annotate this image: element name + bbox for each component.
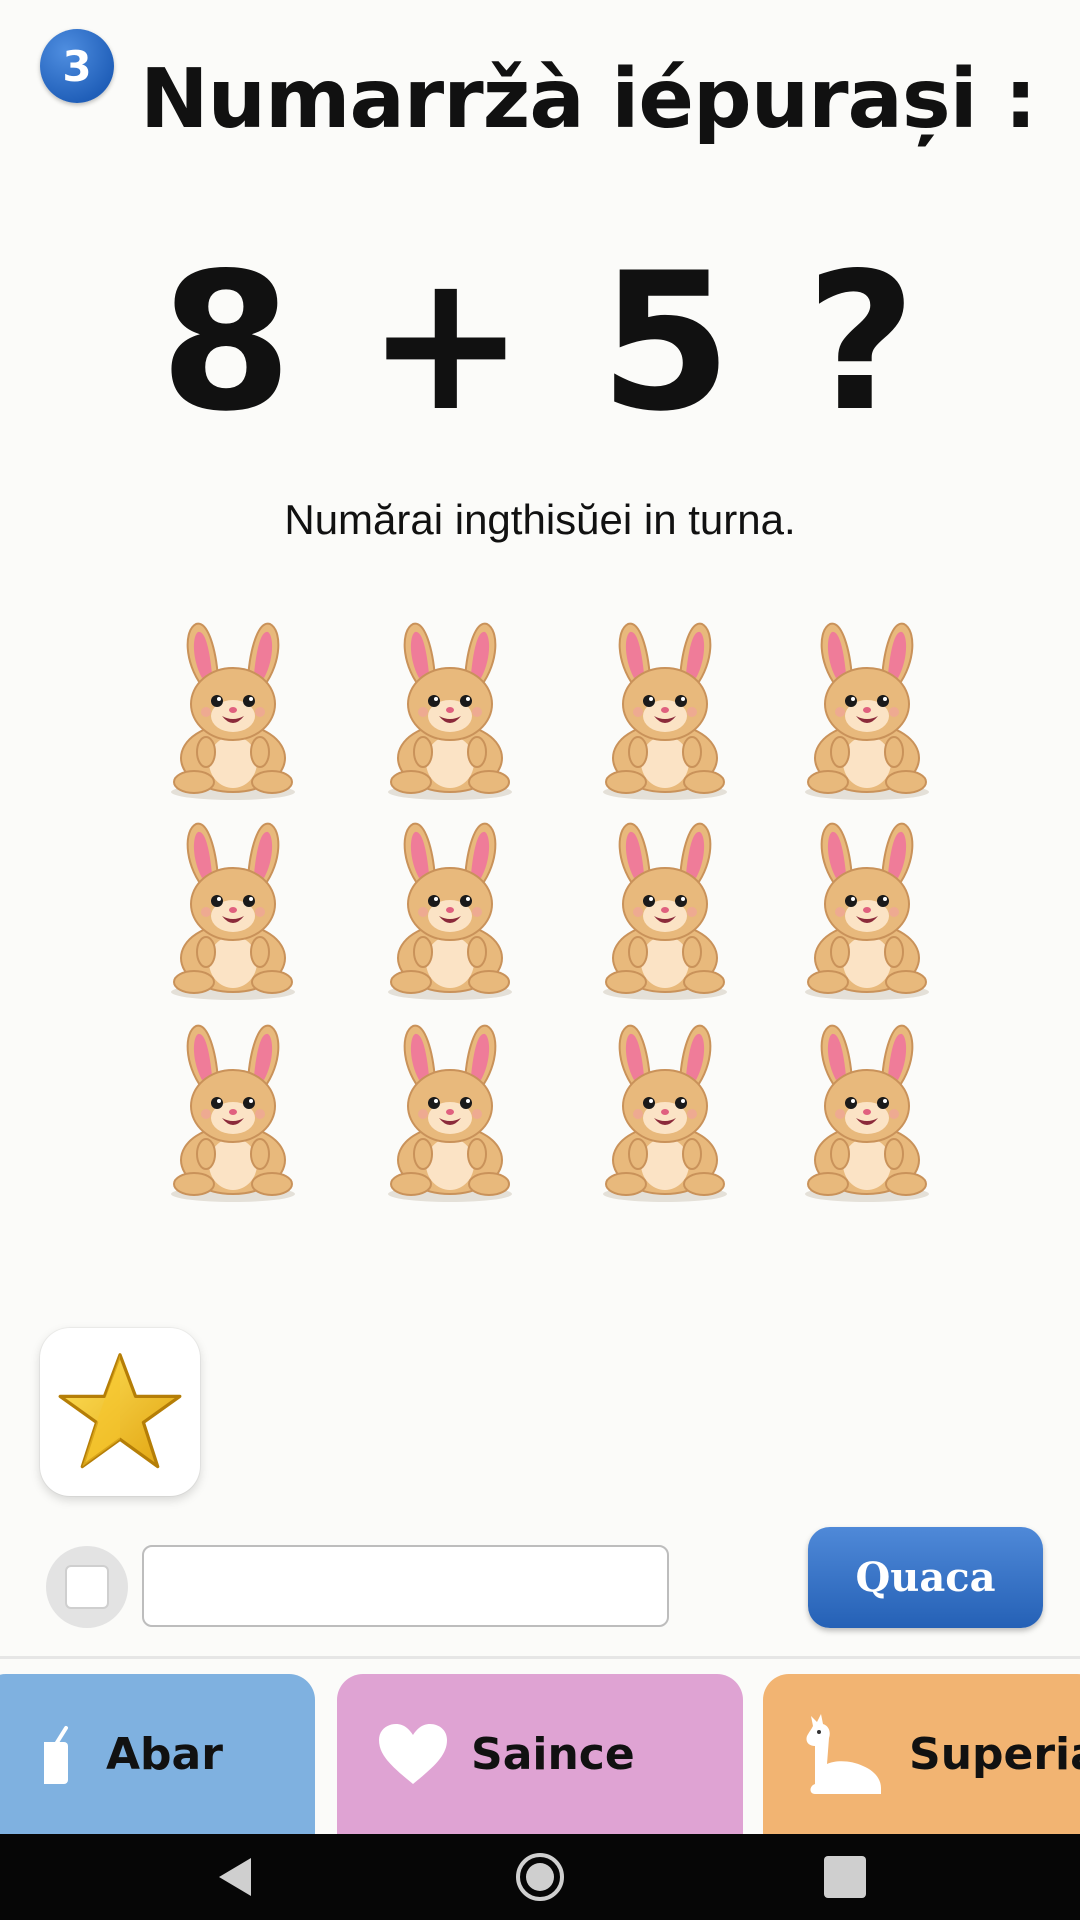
bunny-icon (158, 612, 308, 802)
bunny-icon (792, 812, 942, 1002)
toy-icon (44, 1724, 84, 1784)
recents-icon[interactable] (822, 1854, 868, 1900)
bunny-icon (375, 612, 525, 802)
checkbox-box[interactable] (65, 1565, 109, 1609)
instruction-text: Numărai ingthisŭei in turna. (284, 496, 796, 543)
bunny-icon (590, 612, 740, 802)
answer-input[interactable] (142, 1545, 669, 1627)
math-equation: 8 + 5 ? (159, 232, 921, 453)
bunny-icon (792, 612, 942, 802)
step-number: 3 (62, 41, 92, 91)
system-navbar (0, 1834, 1080, 1920)
tab-superia[interactable]: Superia (763, 1674, 1080, 1834)
home-icon[interactable] (514, 1851, 566, 1903)
tab-abar[interactable]: Abar (0, 1674, 315, 1834)
bunny-icon (375, 1014, 525, 1204)
tab-label: Saince (471, 1728, 635, 1780)
llama-icon (801, 1712, 887, 1796)
heart-icon (377, 1722, 449, 1786)
bunny-icon (158, 1014, 308, 1204)
step-badge: 3 (40, 29, 114, 103)
bunny-icon (590, 812, 740, 1002)
divider (0, 1656, 1080, 1659)
bunny-icon (590, 1014, 740, 1204)
bunny-icon (792, 1014, 942, 1204)
bunny-icon (158, 812, 308, 1002)
bunny-grid (150, 612, 950, 1212)
reward-star-card[interactable] (40, 1328, 200, 1496)
answer-checkbox[interactable] (46, 1546, 128, 1628)
page-title: Numarržà iépurași : (140, 52, 1037, 147)
tab-label: Superia (909, 1728, 1080, 1780)
tab-saince[interactable]: Saince (337, 1674, 743, 1834)
back-icon[interactable] (213, 1854, 259, 1900)
star-icon (58, 1353, 182, 1469)
check-button[interactable]: Quaca (808, 1527, 1043, 1628)
bunny-icon (375, 812, 525, 1002)
tab-label: Abar (106, 1728, 223, 1780)
